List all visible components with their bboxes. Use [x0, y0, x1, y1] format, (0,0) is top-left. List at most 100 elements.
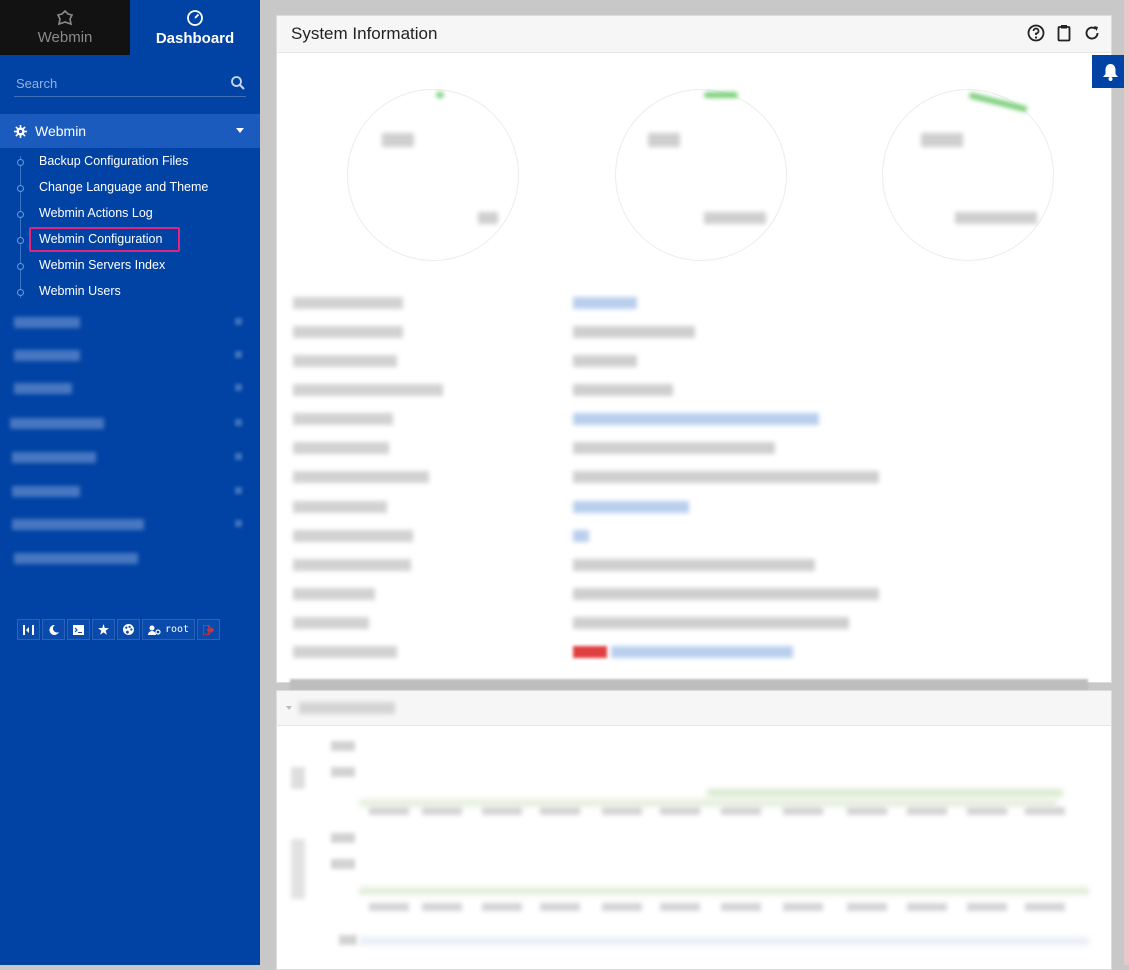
logout-button[interactable]	[197, 619, 221, 640]
logout-icon	[203, 624, 215, 635]
collapse-icon	[23, 624, 34, 635]
chart-x-tick	[602, 807, 642, 815]
info-label-obscured	[293, 501, 387, 513]
chart-tick-label	[339, 935, 357, 945]
status-bar-red	[573, 646, 607, 658]
chart-tick-label	[331, 859, 355, 869]
chart-x-tick	[369, 903, 409, 911]
tab-webmin-label: Webmin	[37, 28, 93, 46]
gauge-value-obscured	[704, 212, 766, 224]
highlight-box	[29, 227, 180, 252]
chart-x-tick	[847, 903, 887, 911]
info-label-obscured	[293, 617, 369, 629]
sidebar-section-webmin[interactable]: Webmin	[0, 114, 260, 148]
info-label-obscured	[293, 530, 413, 542]
panel-header: System Information	[277, 16, 1111, 53]
sidebar-item-change-language-and-theme[interactable]: Change Language and Theme	[39, 177, 208, 197]
info-value-obscured	[573, 471, 879, 483]
sidebar-category-obscured[interactable]	[10, 418, 104, 429]
sidebar-top-tabs: Webmin Dashboard	[0, 0, 260, 55]
chart-axis-label	[291, 839, 305, 899]
gauge-value-obscured	[955, 212, 1037, 224]
favorites-button[interactable]	[92, 619, 115, 640]
sidebar-item-webmin-servers-index[interactable]: Webmin Servers Index	[39, 255, 165, 275]
chart-x-tick	[1025, 807, 1065, 815]
sidebar-category-obscured[interactable]	[12, 452, 96, 463]
palette-icon	[123, 624, 134, 635]
memory-gauge	[615, 89, 787, 261]
tab-dashboard-label: Dashboard	[155, 29, 235, 47]
info-value-link-obscured[interactable]	[573, 297, 637, 309]
caret-icon	[235, 520, 242, 527]
info-value-link-obscured[interactable]	[573, 501, 689, 513]
sidebar-item-webmin-actions-log[interactable]: Webmin Actions Log	[39, 203, 153, 223]
tree-dot-icon	[17, 237, 24, 244]
tab-dashboard[interactable]: Dashboard	[130, 0, 260, 55]
chart-x-tick	[783, 807, 823, 815]
chart-tick-label	[331, 741, 355, 751]
sidebar-item-backup-configuration-files[interactable]: Backup Configuration Files	[39, 151, 188, 171]
collapse-sidebar-button[interactable]	[17, 619, 40, 640]
tree-dot-icon	[17, 263, 24, 270]
sidebar-category-obscured[interactable]	[12, 486, 80, 497]
chart-tick-label	[331, 833, 355, 843]
system-information-panel: System Information	[276, 15, 1112, 683]
chart-x-tick	[482, 903, 522, 911]
caret-icon	[235, 318, 242, 325]
theme-palette-button[interactable]	[117, 619, 140, 640]
sidebar-category-obscured[interactable]	[14, 350, 80, 361]
sidebar-category-obscured[interactable]	[14, 383, 72, 394]
chart-x-tick	[907, 903, 947, 911]
sidebar: Webmin Dashboard Webmin	[0, 0, 260, 965]
info-value-link-obscured[interactable]	[611, 646, 793, 658]
clipboard-icon[interactable]	[1055, 24, 1073, 42]
gauge-arc	[968, 92, 1028, 113]
search-input[interactable]	[14, 75, 230, 91]
history-panel-header[interactable]	[277, 691, 1111, 726]
search-icon[interactable]	[230, 75, 246, 91]
sidebar-item-webmin-users[interactable]: Webmin Users	[39, 281, 121, 301]
moon-icon	[48, 624, 59, 635]
star-icon	[98, 624, 109, 635]
tree-dot-icon	[17, 211, 24, 218]
cpu-gauge	[347, 89, 519, 261]
tree-dot-icon	[17, 159, 24, 166]
sidebar-category-obscured[interactable]	[12, 519, 144, 530]
sidebar-category-obscured[interactable]	[14, 553, 138, 564]
refresh-icon[interactable]	[1083, 24, 1101, 42]
gauge-arc	[436, 92, 444, 98]
history-panel	[276, 690, 1112, 970]
info-label-obscured	[293, 326, 403, 338]
terminal-button[interactable]	[67, 619, 90, 640]
dashboard-gauge-icon	[187, 9, 203, 26]
chart-x-tick	[422, 807, 462, 815]
bell-icon	[1103, 63, 1118, 81]
submenu-tree-line	[20, 156, 21, 298]
chart-x-tick	[1025, 903, 1065, 911]
info-value-link-obscured[interactable]	[573, 530, 589, 542]
user-account-button[interactable]: root	[142, 619, 196, 640]
tab-webmin[interactable]: Webmin	[0, 0, 130, 55]
info-value-obscured	[573, 442, 775, 454]
info-value-obscured	[573, 355, 637, 367]
sidebar-category-obscured[interactable]	[14, 317, 80, 328]
chart-series-band	[359, 799, 1057, 807]
chart-x-tick	[540, 807, 580, 815]
night-mode-button[interactable]	[42, 619, 65, 640]
gauge-arc	[704, 92, 738, 98]
chart-x-tick	[422, 903, 462, 911]
chart-series-band	[359, 887, 1089, 895]
history-title-obscured	[299, 702, 395, 714]
help-icon[interactable]	[1027, 24, 1045, 42]
chart-x-tick	[847, 807, 887, 815]
gauge-value-obscured	[478, 212, 498, 224]
info-label-obscured	[293, 355, 397, 367]
caret-down-icon	[236, 128, 244, 133]
chart-x-tick	[660, 807, 700, 815]
info-value-link-obscured[interactable]	[573, 413, 819, 425]
info-value-obscured	[573, 588, 879, 600]
gauge-label-obscured	[382, 133, 414, 147]
gauge-label-obscured	[921, 133, 963, 147]
user-label: root	[165, 624, 190, 635]
caret-icon	[235, 487, 242, 494]
